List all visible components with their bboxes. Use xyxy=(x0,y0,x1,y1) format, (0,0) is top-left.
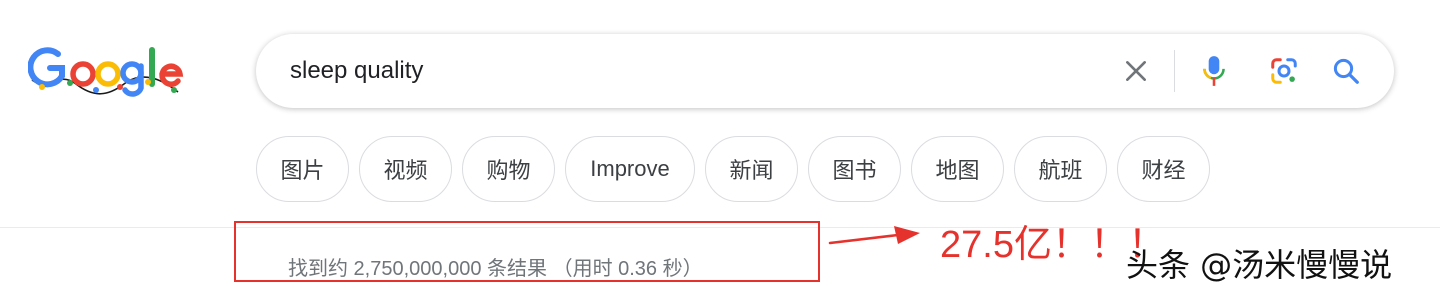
camera-lens-icon[interactable] xyxy=(1266,53,1302,89)
chip-improve[interactable]: Improve xyxy=(565,136,695,202)
search-results-page: 图片 视频 购物 Improve 新闻 图书 地图 航班 财经 找到约 2,75… xyxy=(0,0,1440,286)
watermark: 头条 @汤米慢慢说 xyxy=(1126,246,1393,284)
chip-finance[interactable]: 财经 xyxy=(1117,136,1210,202)
close-icon[interactable] xyxy=(1118,53,1154,89)
chip-flights[interactable]: 航班 xyxy=(1014,136,1107,202)
search-filter-chips: 图片 视频 购物 Improve 新闻 图书 地图 航班 财经 xyxy=(256,136,1210,202)
search-icon[interactable] xyxy=(1328,53,1364,89)
chip-images[interactable]: 图片 xyxy=(256,136,349,202)
chip-shopping[interactable]: 购物 xyxy=(462,136,555,202)
chip-videos[interactable]: 视频 xyxy=(359,136,452,202)
annotation-arrow-icon xyxy=(828,226,920,245)
annotation-highlight-box xyxy=(234,221,820,282)
chip-books[interactable]: 图书 xyxy=(808,136,901,202)
chip-maps[interactable]: 地图 xyxy=(911,136,1004,202)
search-box xyxy=(256,34,1394,108)
google-doodle-logo[interactable] xyxy=(28,40,188,106)
doodle-logo-graphic xyxy=(28,47,184,97)
mic-icon[interactable] xyxy=(1196,53,1232,89)
search-input[interactable] xyxy=(290,52,1110,90)
chip-news[interactable]: 新闻 xyxy=(705,136,798,202)
search-box-divider xyxy=(1174,50,1175,92)
